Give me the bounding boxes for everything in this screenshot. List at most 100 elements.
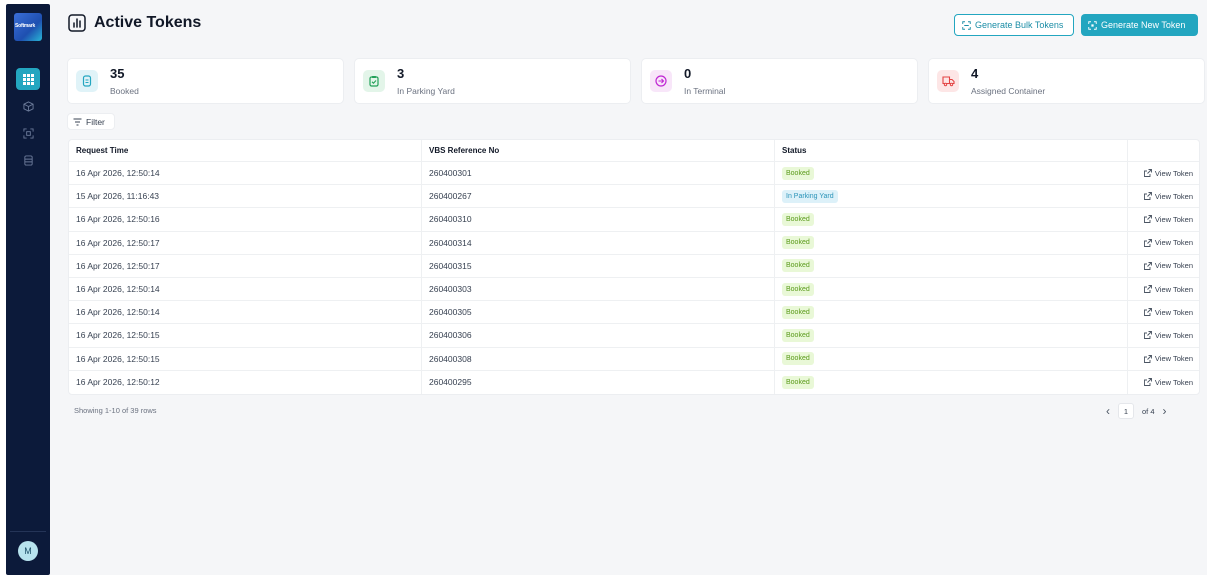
cell-action: View Token <box>1128 301 1199 323</box>
view-token-link[interactable]: View Token <box>1143 354 1193 364</box>
view-token-link[interactable]: View Token <box>1143 261 1193 271</box>
status-badge: Booked <box>782 352 814 366</box>
stat-card-parking-yard: 3 In Parking Yard <box>354 58 631 104</box>
main-content: Active Tokens Generate Bulk Tokens Gener… <box>50 0 1207 575</box>
cell-action: View Token <box>1128 278 1199 300</box>
cell-status: Booked <box>775 162 1128 185</box>
cell-action: View Token <box>1128 371 1199 394</box>
view-token-link[interactable]: View Token <box>1143 191 1193 201</box>
cell-vbs-reference: 260400314 <box>422 231 775 254</box>
cell-request-time: 16 Apr 2026, 12:50:17 <box>69 254 422 277</box>
stat-card-assigned-container: 4 Assigned Container <box>928 58 1205 104</box>
external-link-icon <box>1143 331 1152 340</box>
column-header-vbs-reference[interactable]: VBS Reference No <box>422 140 775 161</box>
stat-value: 35 <box>110 66 125 81</box>
cell-status: Booked <box>775 277 1128 301</box>
cell-vbs-reference: 260400301 <box>422 162 775 185</box>
bar-chart-icon <box>68 14 86 32</box>
cell-vbs-reference: 260400308 <box>422 347 775 370</box>
column-header-actions <box>1128 140 1199 161</box>
view-token-link[interactable]: View Token <box>1143 331 1193 340</box>
table-row[interactable]: 16 Apr 2026, 12:50:17 260400314 Booked View… <box>69 231 1199 255</box>
stat-label: In Parking Yard <box>397 86 455 96</box>
column-header-request-time[interactable]: Request Time <box>69 140 422 161</box>
arrow-circle-icon <box>650 70 672 92</box>
chevron-right-icon[interactable]: › <box>1163 404 1167 418</box>
view-token-label: View Token <box>1154 354 1193 364</box>
table-row[interactable]: 16 Apr 2026, 12:50:17 260400315 Booked View… <box>69 254 1199 278</box>
cell-status: Booked <box>775 370 1128 394</box>
cell-status: Booked <box>775 208 1128 231</box>
external-link-icon <box>1143 192 1152 201</box>
table-row[interactable]: 16 Apr 2026, 12:50:15 260400306 Booked View… <box>69 324 1199 348</box>
avatar[interactable]: M <box>18 541 38 561</box>
filter-button[interactable]: Filter <box>67 113 115 130</box>
view-token-link[interactable]: View Token <box>1143 215 1193 224</box>
generate-new-token-label: Generate New Token <box>1101 20 1186 30</box>
page-title: Active Tokens <box>94 14 202 31</box>
table-row[interactable]: 16 Apr 2026, 12:50:14 260400305 Booked View… <box>69 301 1199 325</box>
stat-label: Booked <box>110 86 139 96</box>
view-token-label: View Token <box>1154 284 1193 294</box>
column-header-status[interactable]: Status <box>775 140 1128 161</box>
clipboard-check-icon <box>363 70 385 92</box>
cell-request-time: 16 Apr 2026, 12:50:16 <box>69 208 422 231</box>
cell-status: Booked <box>775 231 1128 254</box>
view-token-link[interactable]: View Token <box>1143 238 1193 247</box>
generate-bulk-tokens-button[interactable]: Generate Bulk Tokens <box>954 14 1074 36</box>
external-link-icon <box>1143 169 1152 178</box>
cell-vbs-reference: 260400315 <box>422 254 775 277</box>
view-token-label: View Token <box>1154 191 1193 201</box>
table-header: Request Time VBS Reference No Status <box>69 140 1199 162</box>
filter-label: Filter <box>86 116 105 127</box>
view-token-label: View Token <box>1154 261 1193 271</box>
external-link-icon <box>1143 285 1152 293</box>
cell-vbs-reference: 260400306 <box>422 324 775 347</box>
filter-icon <box>73 118 82 125</box>
view-token-link[interactable]: View Token <box>1143 378 1193 387</box>
cell-status: Booked <box>775 301 1128 324</box>
status-badge: Booked <box>782 328 814 342</box>
cell-request-time: 16 Apr 2026, 12:50:14 <box>69 301 422 324</box>
table-row[interactable]: 16 Apr 2026, 12:50:14 260400301 Booked View… <box>69 162 1199 186</box>
page-total: of 4 <box>1142 406 1155 416</box>
table-body: 16 Apr 2026, 12:50:14 260400301 Booked View… <box>69 162 1199 394</box>
table-row[interactable]: 15 Apr 2026, 11:16:43 260400267 In Parking… <box>69 185 1199 209</box>
view-token-link[interactable]: View Token <box>1143 168 1193 178</box>
generate-bulk-tokens-label: Generate Bulk Tokens <box>975 20 1064 30</box>
cell-request-time: 16 Apr 2026, 12:50:15 <box>69 347 422 370</box>
rows-info: Showing 1-10 of 39 rows <box>74 406 157 415</box>
logo[interactable]: Softmark <box>14 13 42 41</box>
status-badge: Booked <box>782 282 814 296</box>
table-row[interactable]: 16 Apr 2026, 12:50:15 260400308 Booked View… <box>69 347 1199 371</box>
cell-action: View Token <box>1128 208 1199 230</box>
view-token-label: View Token <box>1154 307 1193 317</box>
nav-scan[interactable] <box>16 122 40 144</box>
generate-new-token-button[interactable]: Generate New Token <box>1081 14 1198 36</box>
nav-dashboard[interactable] <box>16 68 40 90</box>
external-link-icon <box>1143 354 1152 363</box>
page-number-input[interactable]: 1 <box>1118 403 1134 419</box>
chevron-left-icon[interactable]: ‹ <box>1106 404 1110 418</box>
view-token-link[interactable]: View Token <box>1143 307 1193 317</box>
grid-icon <box>22 73 34 85</box>
table-row[interactable]: 16 Apr 2026, 12:50:12 260400295 Booked View… <box>69 370 1199 394</box>
database-icon <box>23 154 33 166</box>
external-link-icon <box>1143 215 1152 224</box>
cell-action: View Token <box>1128 348 1199 370</box>
cell-status: Booked <box>775 324 1128 347</box>
external-link-icon <box>1143 261 1152 270</box>
external-link-icon <box>1143 308 1152 317</box>
view-token-link[interactable]: View Token <box>1143 284 1193 294</box>
table-row[interactable]: 16 Apr 2026, 12:50:16 260400310 Booked View… <box>69 208 1199 232</box>
nav-containers[interactable] <box>16 95 40 117</box>
view-token-label: View Token <box>1154 168 1193 178</box>
stat-label: Assigned Container <box>971 86 1046 96</box>
cell-vbs-reference: 260400267 <box>422 185 775 208</box>
status-badge: Booked <box>782 166 814 180</box>
nav-database[interactable] <box>16 149 40 171</box>
table-row[interactable]: 16 Apr 2026, 12:50:14 260400303 Booked View… <box>69 277 1199 302</box>
cell-request-time: 16 Apr 2026, 12:50:17 <box>69 231 422 254</box>
status-badge: In Parking Yard <box>782 189 838 203</box>
cell-status: In Parking Yard <box>775 185 1128 208</box>
